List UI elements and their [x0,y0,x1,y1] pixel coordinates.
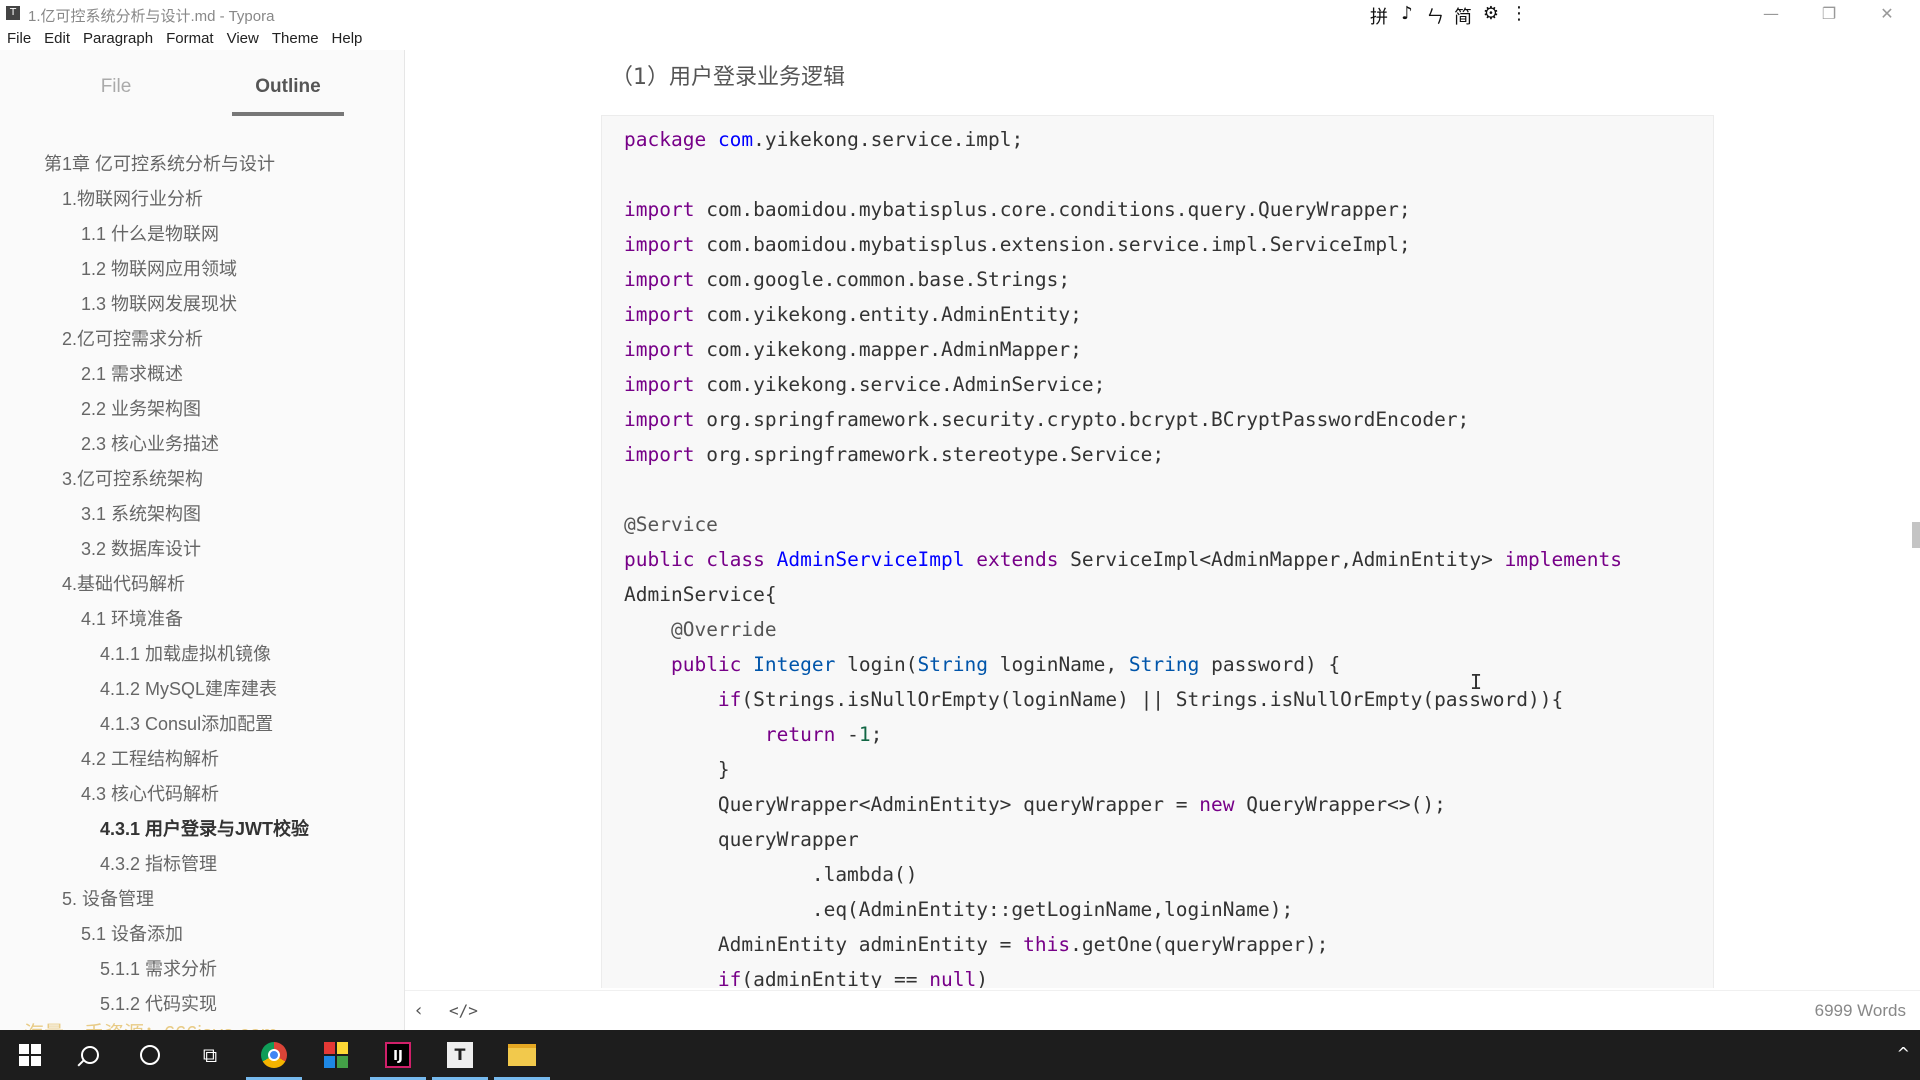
watermark: 海量一手资源：666java.com [24,1017,277,1030]
menu-edit[interactable]: Edit [37,28,76,50]
outline-item[interactable]: 2.2 业务架构图 [81,394,201,424]
tiles-app[interactable] [308,1030,364,1080]
outline-item[interactable]: 4.3.1 用户登录与JWT校验 [100,814,309,844]
editor-area[interactable]: （1）用户登录业务逻辑 package com.yikekong.service… [405,50,1920,988]
ime-moon-icon[interactable]: ♪ [1396,3,1418,29]
minimize-button[interactable]: — [1742,0,1800,28]
outline-item[interactable]: 4.3 核心代码解析 [81,779,219,809]
code-content[interactable]: package com.yikekong.service.impl; impor… [602,122,1622,988]
typora-icon: T [447,1042,473,1068]
title-bar: T 1.亿可控系统分析与设计.md - Typora 拼 ♪ ㄣ 简 ⚙ ⋮ —… [0,0,1920,28]
outline-item[interactable]: 2.3 核心业务描述 [81,429,219,459]
menu-format[interactable]: Format [159,28,220,50]
typora-app[interactable]: T [432,1030,488,1080]
word-count[interactable]: 6999 Words [1815,1001,1906,1021]
start-button[interactable] [2,1030,58,1080]
sidebar: File Outline 第1章 亿可控系统分析与设计 1.物联网行业分析 1.1 … [0,50,405,1030]
status-bar: ‹ </> 6999 Words [405,990,1920,1031]
menu-paragraph[interactable]: Paragraph [76,28,159,50]
intellij-icon: IJ [385,1042,411,1068]
chrome-icon [261,1042,287,1068]
mouse-ibeam-cursor: I [1470,670,1483,694]
task-view-icon: ⧉ [202,1043,218,1067]
colored-tiles-icon [324,1042,348,1068]
ime-more-icon[interactable]: ⋮ [1508,3,1530,29]
ime-pinyin-icon[interactable]: 拼 [1368,3,1390,29]
outline-item[interactable]: 4.1.1 加载虚拟机镜像 [100,639,271,669]
outline-item[interactable]: 2.亿可控需求分析 [62,324,203,354]
tray-expand-icon[interactable]: ^ [1897,1044,1910,1063]
intellij-app[interactable]: IJ [370,1030,426,1080]
task-view-button[interactable]: ⧉ [182,1030,238,1080]
close-button[interactable]: ✕ [1858,0,1916,28]
editor-scrollbar-thumb[interactable] [1912,522,1920,548]
ime-settings-icon[interactable]: ⚙ [1480,3,1502,29]
menu-file[interactable]: File [0,28,37,50]
outline-item[interactable]: 1.1 什么是物联网 [81,219,219,249]
maximize-button[interactable]: ❐ [1800,0,1858,28]
outline-item[interactable]: 第1章 亿可控系统分析与设计 [44,149,275,179]
outline-item[interactable]: 3.1 系统架构图 [81,499,201,529]
outline-item[interactable]: 4.基础代码解析 [62,569,185,599]
chrome-app[interactable] [246,1030,302,1080]
code-block[interactable]: package com.yikekong.service.impl; impor… [601,115,1714,988]
menu-bar: File Edit Paragraph Format View Theme He… [0,28,1920,50]
outline-item[interactable]: 1.3 物联网发展现状 [81,289,237,319]
outline-item[interactable]: 5.1.2 代码实现 [100,989,217,1019]
outline-item[interactable]: 1.2 物联网应用领域 [81,254,237,284]
outline-item[interactable]: 5. 设备管理 [62,884,154,914]
section-heading: （1）用户登录业务逻辑 [611,65,845,90]
tab-outline[interactable]: Outline [232,76,344,98]
outline-item[interactable]: 3.2 数据库设计 [81,534,201,564]
outline-item[interactable]: 4.3.2 指标管理 [100,849,217,879]
window-title: 1.亿可控系统分析与设计.md - Typora [28,8,275,25]
outline-item[interactable]: 5.1.1 需求分析 [100,954,217,984]
search-button[interactable] [62,1030,118,1080]
windows-logo-icon [19,1044,41,1066]
folder-icon [508,1044,536,1066]
ime-punctuation-icon[interactable]: ㄣ [1424,3,1446,29]
menu-view[interactable]: View [220,28,265,50]
outline-item[interactable]: 4.1 环境准备 [81,604,183,634]
outline-item[interactable]: 4.2 工程结构解析 [81,744,219,774]
outline-item[interactable]: 3.亿可控系统架构 [62,464,203,494]
menu-theme[interactable]: Theme [265,28,325,50]
outline-item[interactable]: 2.1 需求概述 [81,359,183,389]
ime-toolbar: 拼 ♪ ㄣ 简 ⚙ ⋮ [1368,3,1530,29]
outline-item[interactable]: 4.1.3 Consul添加配置 [100,709,273,739]
active-tab-indicator [232,112,344,116]
source-mode-icon[interactable]: </> [449,1001,478,1020]
sidebar-tabs: File Outline [0,50,404,118]
typora-app-icon: T [6,6,20,20]
cortana-button[interactable] [122,1030,178,1080]
taskbar: ⧉ IJ T ^ [0,1030,1920,1080]
outline-item[interactable]: 4.1.2 MySQL建库建表 [100,674,277,704]
file-explorer-app[interactable] [494,1030,550,1080]
tab-file[interactable]: File [60,76,172,98]
toggle-sidebar-icon[interactable]: ‹ [415,1000,422,1021]
search-icon [81,1046,99,1064]
menu-help[interactable]: Help [325,28,369,50]
outline-item[interactable]: 5.1 设备添加 [81,919,183,949]
ime-simplified-icon[interactable]: 简 [1452,3,1474,29]
cortana-icon [140,1045,160,1065]
outline-item[interactable]: 1.物联网行业分析 [62,184,203,214]
